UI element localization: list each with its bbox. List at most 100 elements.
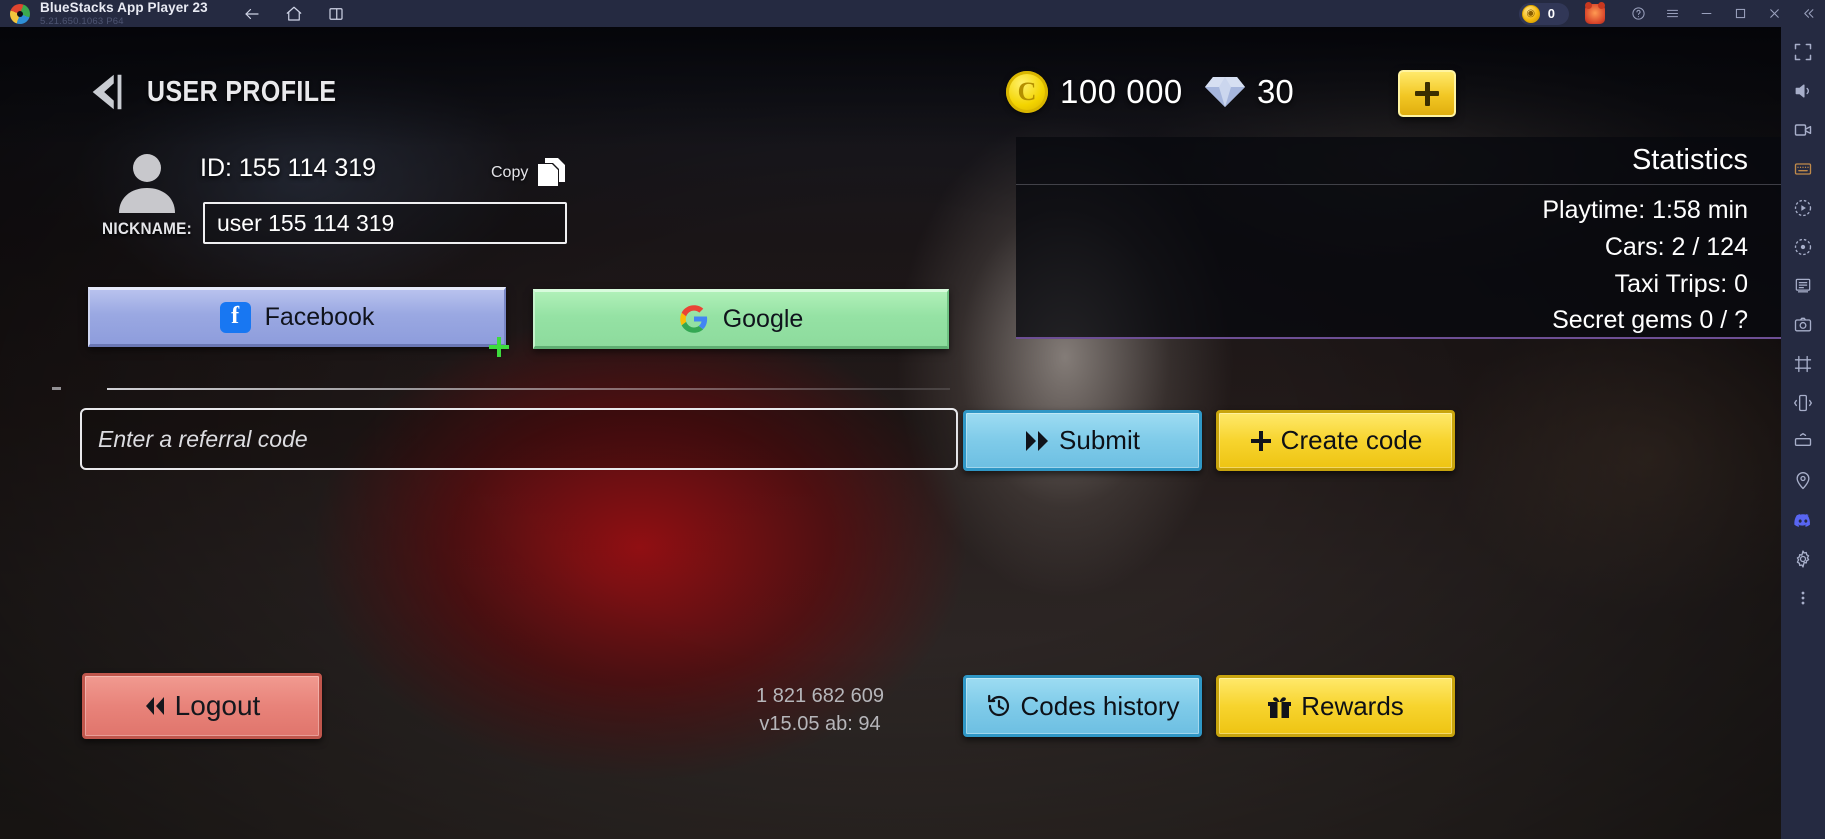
codes-history-label: Codes history — [1020, 690, 1180, 721]
gem-icon — [1205, 77, 1245, 107]
menu-icon[interactable] — [1655, 0, 1689, 27]
bluestacks-coin-pill[interactable]: ◉ 0 — [1518, 2, 1569, 25]
video-icon — [1794, 124, 1812, 136]
minimize-icon[interactable] — [1689, 0, 1723, 27]
logout-label: Logout — [174, 690, 261, 721]
referral-code-placeholder: Enter a referral code — [98, 425, 308, 452]
plus-icon — [1250, 430, 1271, 451]
sidebar-item-crop-screenshot[interactable] — [1790, 351, 1816, 377]
gem-counter: 30 — [1205, 73, 1294, 111]
sidebar-item-screen-record[interactable] — [1790, 195, 1816, 221]
app-version: 5.21.650.1063 P64 — [40, 15, 124, 27]
double-arrow-icon — [1026, 430, 1049, 451]
more-icon — [1801, 591, 1805, 605]
copy-label: Copy — [491, 164, 529, 181]
sidebar-item-location[interactable] — [1790, 468, 1816, 494]
multi-instance-icon[interactable] — [326, 4, 346, 24]
back-icon[interactable] — [242, 4, 262, 24]
build-number: 1 821 682 609 — [756, 685, 884, 707]
rotate-icon — [1794, 433, 1812, 446]
codes-history-button[interactable]: Codes history — [963, 675, 1202, 737]
google-login-button[interactable]: Google — [533, 289, 949, 349]
google-icon — [679, 305, 707, 333]
bluestacks-coin-icon: ◉ — [1521, 4, 1540, 23]
multi-instance-icon — [1795, 278, 1811, 293]
sidebar-item-volume[interactable] — [1790, 78, 1816, 104]
facebook-login-button[interactable]: Facebook — [88, 287, 506, 347]
create-code-button[interactable]: Create code — [1216, 410, 1455, 471]
facebook-icon — [219, 301, 251, 333]
app-title: BlueStacks App Player 23 — [40, 0, 208, 15]
statistics-panel: Statistics Playtime: 1:58 min Cars: 2 / … — [1016, 137, 1781, 339]
sidebar-item-rotate[interactable] — [1790, 429, 1816, 455]
shake-icon — [1794, 394, 1812, 412]
sidebar-item-game-controls[interactable] — [1790, 156, 1816, 182]
google-label: Google — [722, 304, 804, 333]
app-version-line: v15.05 ab: 94 — [759, 713, 881, 736]
titlebar-text-group: BlueStacks App Player 23 5.21.650.1063 P… — [40, 1, 208, 26]
home-icon[interactable] — [284, 4, 304, 24]
avatar-column: NICKNAME: — [92, 149, 202, 239]
submit-label: Submit — [1059, 425, 1140, 455]
mouse-cursor-icon — [489, 337, 509, 357]
sidebar-item-media-manager[interactable] — [1790, 117, 1816, 143]
statistics-row: Taxi Trips: 0 — [1614, 269, 1748, 298]
keyboard-icon — [1794, 163, 1812, 175]
gear-icon — [1796, 550, 1810, 568]
macro-icon — [1794, 238, 1812, 256]
copy-id-button[interactable]: Copy — [491, 157, 567, 189]
coin-value: 100 000 — [1060, 73, 1183, 110]
coin-counter: C 100 000 — [1006, 71, 1183, 113]
nickname-value: user 155 114 319 — [217, 209, 395, 236]
bluestacks-sidebar — [1781, 27, 1825, 839]
copy-icon — [538, 158, 566, 186]
logout-button[interactable]: Logout — [82, 673, 322, 739]
page-title: USER PROFILE — [147, 75, 337, 108]
record-icon — [1794, 199, 1812, 217]
version-info: 1 821 682 609 v15.05 ab: 94 — [700, 682, 940, 739]
screenshot-icon — [1794, 317, 1812, 332]
sidebar-item-macro-recorder[interactable] — [1790, 234, 1816, 260]
statistics-row: Cars: 2 / 124 — [1604, 232, 1748, 261]
crop-icon — [1794, 355, 1812, 373]
gem-value: 30 — [1257, 73, 1294, 110]
collapse-icon[interactable] — [1791, 0, 1825, 27]
location-icon — [1796, 472, 1810, 490]
sidebar-item-more[interactable] — [1790, 585, 1816, 611]
back-button[interactable]: USER PROFILE — [85, 69, 367, 115]
create-code-label: Create code — [1280, 425, 1423, 455]
back-arrow-icon — [85, 69, 131, 115]
statistics-row: Playtime: 1:58 min — [1542, 196, 1748, 224]
rewards-label: Rewards — [1301, 690, 1404, 721]
sidebar-item-settings[interactable] — [1790, 546, 1816, 572]
fullscreen-icon — [1794, 43, 1812, 61]
volume-icon — [1795, 84, 1809, 98]
nickname-label: NICKNAME: — [102, 219, 192, 238]
referral-code-input[interactable]: Enter a referral code — [80, 408, 958, 470]
sidebar-item-discord[interactable] — [1790, 507, 1816, 533]
sidebar-item-multi-instance-manager[interactable] — [1790, 273, 1816, 299]
bear-mascot-icon[interactable] — [1585, 1, 1605, 24]
add-currency-button[interactable] — [1398, 70, 1456, 117]
coin-icon: C — [1006, 71, 1048, 113]
help-icon[interactable] — [1621, 0, 1655, 27]
statistics-rows: Playtime: 1:58 min Cars: 2 / 124 Taxi Tr… — [1016, 185, 1781, 339]
close-icon[interactable] — [1757, 0, 1791, 27]
titlebar-nav-group — [242, 4, 346, 24]
divider-dot — [52, 387, 61, 390]
discord-icon — [1794, 514, 1810, 527]
submit-button[interactable]: Submit — [963, 410, 1202, 471]
statistics-row: Secret gems 0 / ? — [1552, 306, 1748, 335]
sidebar-item-screenshot[interactable] — [1790, 312, 1816, 338]
game-viewport: USER PROFILE C 100 000 30 NICKNAME: ID: … — [0, 27, 1781, 839]
maximize-icon[interactable] — [1723, 0, 1757, 27]
facebook-label: Facebook — [264, 302, 375, 331]
avatar-icon — [119, 154, 175, 213]
statistics-title-bar: Statistics — [1016, 137, 1781, 185]
sidebar-item-shake[interactable] — [1790, 390, 1816, 416]
nickname-input[interactable]: user 155 114 319 — [203, 202, 567, 244]
bluestacks-coin-value: 0 — [1547, 6, 1555, 21]
bluestacks-logo-icon — [10, 3, 30, 24]
rewards-button[interactable]: Rewards — [1216, 675, 1455, 737]
sidebar-item-fullscreen[interactable] — [1790, 39, 1816, 65]
